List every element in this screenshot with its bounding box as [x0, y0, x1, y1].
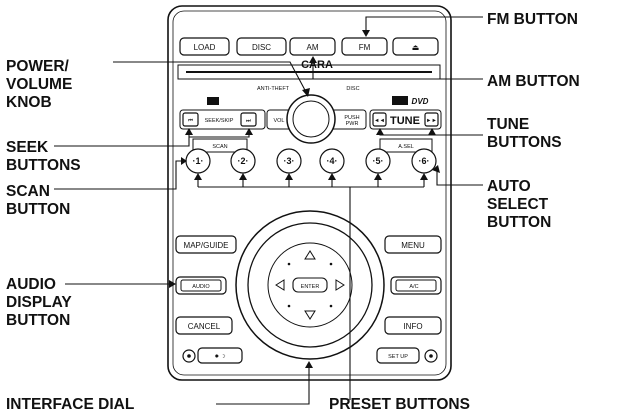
audio-display-callout-line-2: DISPLAY [6, 294, 72, 311]
tune-prev-icon: ◄◄ [374, 118, 385, 124]
tune-label: TUNE [390, 115, 420, 127]
scan-callout-line-1: SCAN [6, 183, 50, 200]
seek-prev-icon: ⏮ [188, 118, 193, 124]
disc-format-logo-right [392, 96, 408, 105]
dial-dot-sw [287, 304, 291, 308]
left-knob-dot [187, 354, 191, 358]
top-button-row: LOAD DISC AM FM ⏏ [179, 37, 439, 56]
tune-callout-line-1: TUNE [487, 116, 529, 133]
power-volume-callout-line-2: VOLUME [6, 76, 72, 93]
preset-button-2-label: ·2· [238, 156, 249, 166]
preset-button-6-label: ·6· [419, 156, 430, 166]
map-guide-label: MAP/GUIDE [184, 241, 229, 250]
tune-next-icon: ►► [426, 118, 437, 124]
audio-unit-diagram: LOAD DISC AM FM ⏏ CARA ANTI-THEFT DISC D… [6, 5, 580, 413]
tune-callout-line-2: BUTTONS [487, 134, 562, 151]
seek-skip-label: SEEK/SKIP [205, 118, 234, 124]
seek-buttons-callout: SEEK BUTTONS [6, 139, 81, 174]
power-volume-callout-line-3: KNOB [6, 94, 52, 111]
dvd-logo: DVD [412, 97, 429, 106]
vol-label: VOL [273, 118, 284, 124]
brightness-icon: ✹ ☽ [214, 353, 225, 360]
auto-select-callout-line-2: SELECT [487, 196, 549, 213]
right-knob-dot [429, 354, 433, 358]
scan-button-callout: SCAN BUTTON [6, 183, 70, 218]
anti-theft-indicator: ANTI-THEFT [257, 86, 290, 92]
audio-display-button-callout: AUDIO DISPLAY BUTTON [6, 276, 72, 329]
cancel-label: CANCEL [188, 322, 221, 331]
scan-label: SCAN [212, 144, 227, 150]
seek-callout-line-2: BUTTONS [6, 157, 81, 174]
disc-format-logo-left [207, 97, 219, 105]
setup-label: SET UP [388, 354, 408, 360]
dial-dot-nw [287, 262, 291, 266]
power-volume-callout-line-1: POWER/ [6, 58, 70, 75]
push-pwr-label-2: PWR [346, 121, 359, 127]
ac-button-label: A/C [409, 284, 418, 290]
load-button-label: LOAD [194, 43, 216, 52]
preset-button-5-label: ·5· [373, 156, 384, 166]
brand-logo: CARA [301, 59, 333, 71]
disc-indicator: DISC [346, 86, 359, 92]
fm-button-label: FM [359, 43, 371, 52]
seek-callout-line-1: SEEK [6, 139, 49, 156]
a-sel-label: A.SEL [398, 144, 414, 150]
interface-dial-callout: INTERFACE DIAL [6, 396, 134, 413]
am-button-callout: AM BUTTON [487, 73, 580, 90]
seek-next-icon: ⏭ [246, 118, 251, 124]
dial-dot-se [329, 304, 333, 308]
audio-display-callout-line-3: BUTTON [6, 312, 70, 329]
auto-select-callout-line-1: AUTO [487, 178, 531, 195]
preset-button-3-label: ·3· [284, 156, 295, 166]
enter-label: ENTER [301, 284, 320, 290]
power-volume-knob[interactable] [286, 94, 336, 144]
auto-select-button-callout: AUTO SELECT BUTTON [487, 178, 551, 231]
interface-dial-group: ENTER [235, 210, 385, 360]
disc-button-label: DISC [252, 43, 271, 52]
menu-label: MENU [401, 241, 425, 250]
preset-button-4-label: ·4· [327, 156, 338, 166]
am-button-label: AM [307, 43, 319, 52]
preset-button-1-label: ·1· [193, 156, 204, 166]
info-label: INFO [403, 322, 422, 331]
scan-callout-line-2: BUTTON [6, 201, 70, 218]
audio-display-callout-line-1: AUDIO [6, 276, 56, 293]
tune-buttons-callout: TUNE BUTTONS [487, 116, 562, 151]
eject-icon: ⏏ [412, 43, 420, 52]
dial-dot-ne [329, 262, 333, 266]
auto-select-callout-line-3: BUTTON [487, 214, 551, 231]
power-volume-knob-callout: POWER/ VOLUME KNOB [6, 58, 72, 111]
audio-button-label: AUDIO [192, 284, 210, 290]
fm-button-callout: FM BUTTON [487, 11, 578, 28]
